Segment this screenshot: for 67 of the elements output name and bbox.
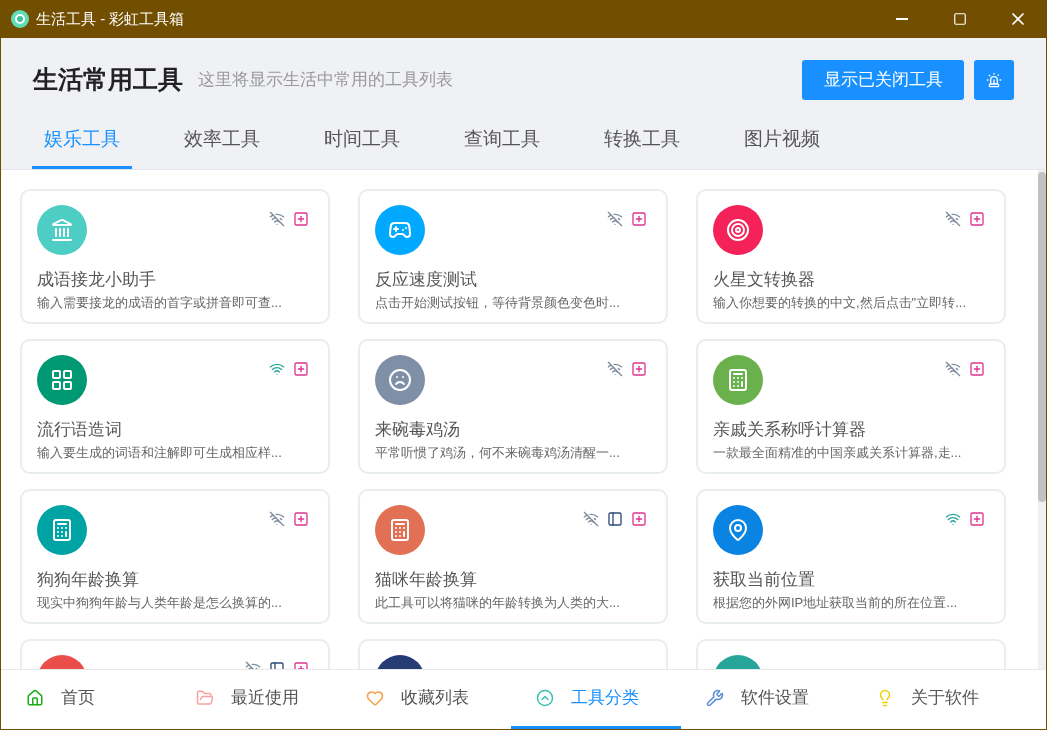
tool-description: 输入要生成的词语和注解即可生成相应样... xyxy=(37,444,283,462)
nav-tab[interactable]: 首页 xyxy=(1,670,171,729)
map-pin-icon xyxy=(726,518,750,542)
nav-tab[interactable]: 软件设置 xyxy=(681,670,851,729)
alarm-button[interactable] xyxy=(974,59,1014,100)
calculator-icon xyxy=(388,518,412,542)
nav-tab[interactable]: 关于软件 xyxy=(851,670,1021,729)
tool-card[interactable]: 流行语造词 输入要生成的词语和注解即可生成相应样... xyxy=(20,339,330,474)
category-tab[interactable]: 时间工具 xyxy=(312,121,412,169)
tool-title: 亲戚关系称呼计算器 xyxy=(713,419,867,441)
add-icon[interactable] xyxy=(293,511,309,527)
page-title: 生活常用工具 xyxy=(33,63,183,95)
tool-title: 猫咪年龄换算 xyxy=(375,569,478,591)
tool-card[interactable]: 猫咪年龄换算 此工具可以将猫咪的年龄转换为人类的大... xyxy=(358,489,668,624)
tool-card[interactable]: 成语接龙小助手 输入需要接龙的成语的首字或拼音即可查... xyxy=(20,189,330,324)
tool-title: 成语接龙小助手 xyxy=(37,269,157,291)
nav-tab[interactable]: 最近使用 xyxy=(171,670,341,729)
category-tab[interactable]: 转换工具 xyxy=(592,121,692,169)
heart-icon xyxy=(366,689,384,707)
scrollbar-thumb[interactable] xyxy=(1038,172,1046,502)
app-logo-icon xyxy=(11,10,29,28)
tool-description: 现实中狗狗年龄与人类年龄是怎么换算的... xyxy=(37,594,283,612)
tool-title: 获取当前位置 xyxy=(713,569,816,591)
tool-card[interactable]: 反应速度测试 点击开始测试按钮，等待背景颜色变色时... xyxy=(358,189,668,324)
category-tab[interactable]: 效率工具 xyxy=(172,121,272,169)
tool-title: 火星文转换器 xyxy=(713,269,816,291)
add-icon[interactable] xyxy=(631,211,647,227)
tool-card[interactable]: 获取当前位置 根据您的外网IP地址获取当前的所在位置... xyxy=(696,489,1006,624)
add-icon[interactable] xyxy=(969,211,985,227)
tool-title: 流行语造词 xyxy=(37,419,123,441)
tool-title: 反应速度测试 xyxy=(375,269,478,291)
target-icon xyxy=(726,218,750,242)
page-subtitle: 这里将显示生活中常用的工具列表 xyxy=(198,68,453,91)
add-icon[interactable] xyxy=(969,511,985,527)
category-tab[interactable]: 查询工具 xyxy=(452,121,552,169)
window-title: 生活工具 - 彩虹工具箱 xyxy=(36,8,185,29)
calculator-icon xyxy=(50,518,74,542)
tool-description: 输入你想要的转换的中文,然后点击"立即转... xyxy=(713,294,968,312)
tool-card[interactable]: 亲戚关系称呼计算器 一款最全面精准的中国亲戚关系计算器,走... xyxy=(696,339,1006,474)
siren-icon xyxy=(986,71,1002,88)
wrench-icon xyxy=(706,689,724,707)
tool-title: 狗狗年龄换算 xyxy=(37,569,140,591)
tool-description: 点击开始测试按钮，等待背景颜色变色时... xyxy=(375,294,621,312)
home-icon xyxy=(26,689,44,707)
tool-card[interactable]: 火星文转换器 输入你想要的转换的中文,然后点击"立即转... xyxy=(696,189,1006,324)
maximize-icon xyxy=(953,12,967,26)
grid-icon xyxy=(50,368,74,392)
add-icon[interactable] xyxy=(293,211,309,227)
add-icon[interactable] xyxy=(631,361,647,377)
minimize-icon xyxy=(896,18,908,20)
add-icon[interactable] xyxy=(969,361,985,377)
tool-description: 根据您的外网IP地址获取当前的所在位置... xyxy=(713,594,959,612)
tool-description: 平常听惯了鸡汤，何不来碗毒鸡汤清醒一... xyxy=(375,444,621,462)
chevron-up-icon xyxy=(536,689,554,707)
add-icon[interactable] xyxy=(631,511,647,527)
frown-icon xyxy=(388,368,412,392)
tool-title: 来碗毒鸡汤 xyxy=(375,419,461,441)
tool-card[interactable]: 来碗毒鸡汤 平常听惯了鸡汤，何不来碗毒鸡汤清醒一... xyxy=(358,339,668,474)
nav-tab[interactable]: 收藏列表 xyxy=(341,670,511,729)
tool-card[interactable]: 狗狗年龄换算 现实中狗狗年龄与人类年龄是怎么换算的... xyxy=(20,489,330,624)
category-tab[interactable]: 图片视频 xyxy=(732,121,832,169)
folder-icon xyxy=(196,689,214,707)
tool-description: 此工具可以将猫咪的年龄转换为人类的大... xyxy=(375,594,621,612)
add-icon[interactable] xyxy=(293,361,309,377)
tool-description: 一款最全面精准的中国亲戚关系计算器,走... xyxy=(713,444,963,462)
tool-description: 输入需要接龙的成语的首字或拼音即可查... xyxy=(37,294,283,312)
calculator-icon xyxy=(726,368,750,392)
